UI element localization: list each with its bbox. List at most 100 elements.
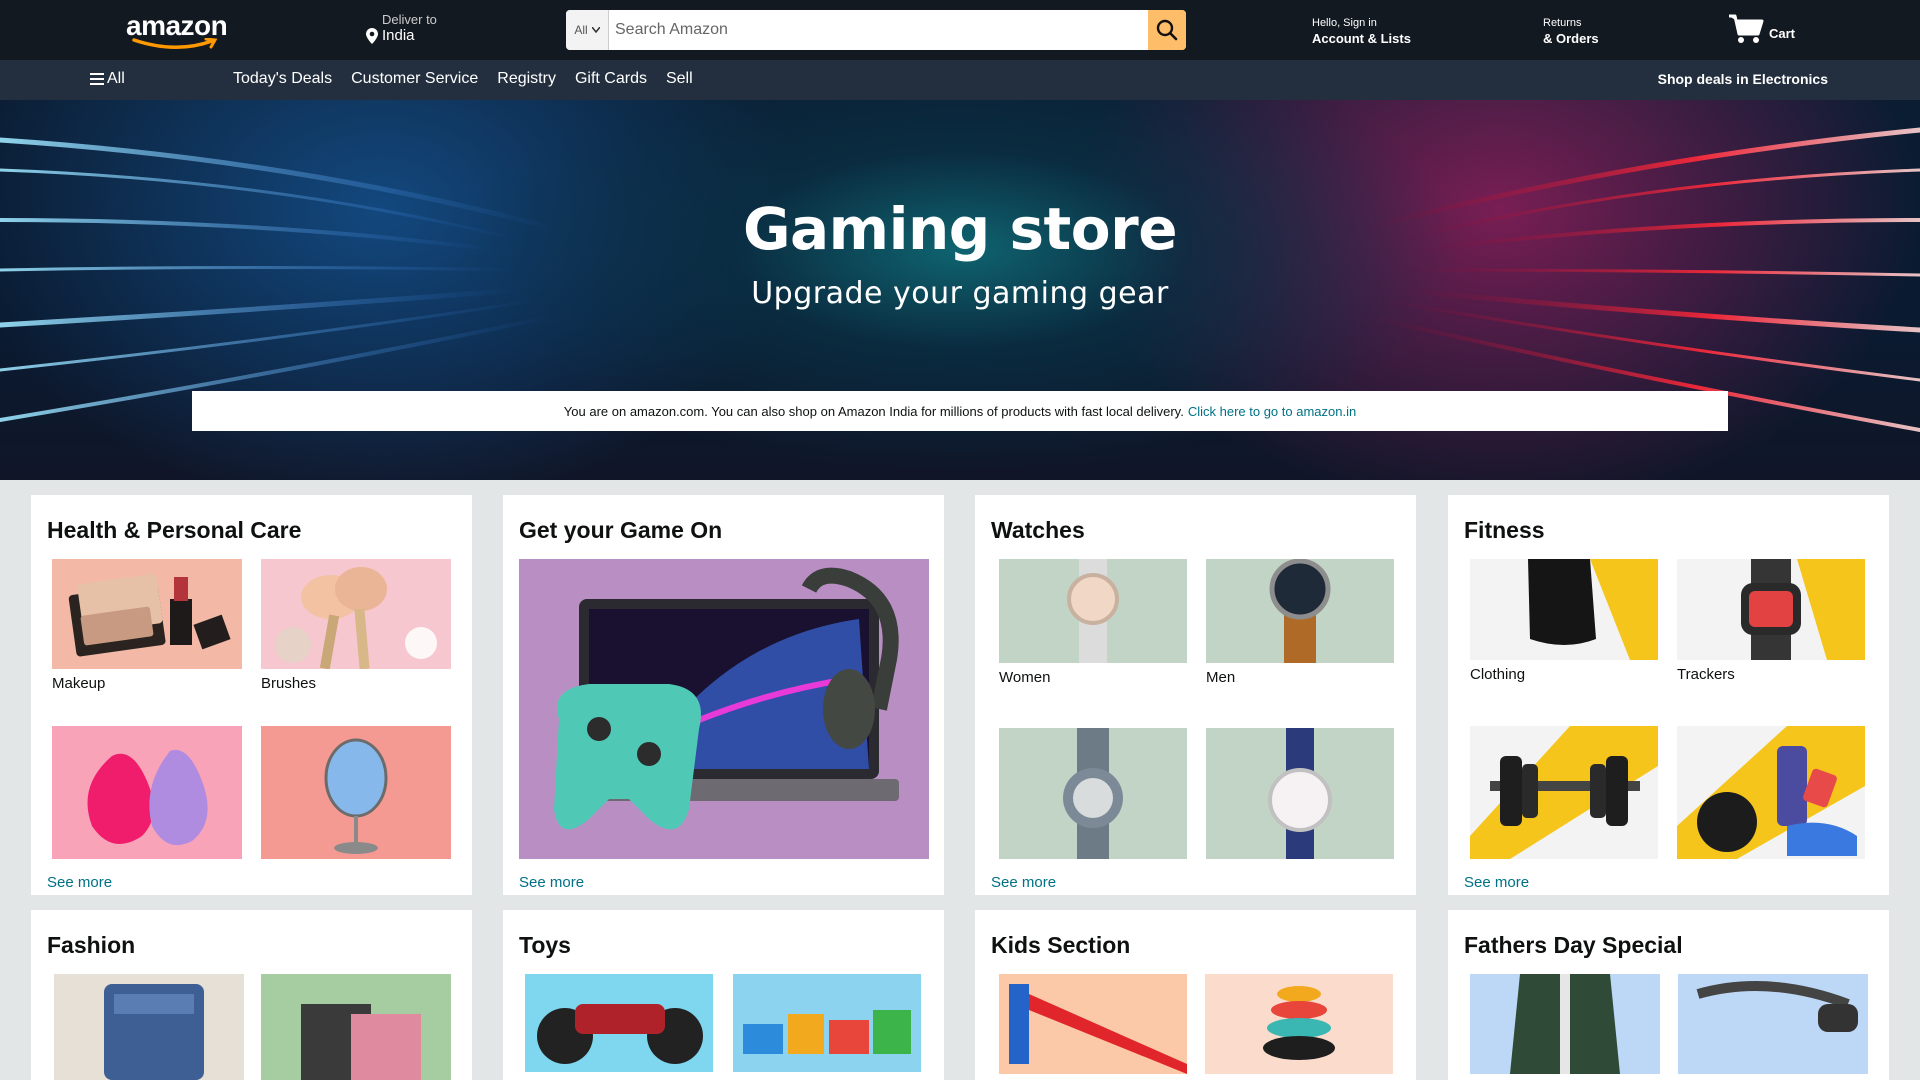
nav-link-registry[interactable]: Registry (497, 70, 556, 88)
tile-kids-digital-watch[interactable] (999, 728, 1187, 865)
women-watch-image (999, 559, 1187, 663)
tile-building-blocks[interactable] (733, 974, 921, 1072)
search-category-select[interactable]: All (566, 10, 609, 50)
card-title[interactable]: Fitness (1464, 517, 1545, 544)
tile-trackers[interactable]: Trackers (1677, 559, 1865, 683)
returns-label: Returns (1543, 17, 1582, 29)
card-title[interactable]: Health & Personal Care (47, 517, 301, 544)
region-notice: You are on amazon.com. You can also shop… (192, 391, 1728, 431)
hero-subtitle: Upgrade your gaming gear (751, 276, 1169, 311)
search-icon (1156, 19, 1178, 41)
nav-bar: All Today's Deals Customer Service Regis… (0, 60, 1920, 100)
search-input[interactable] (609, 10, 1148, 50)
all-menu-button[interactable]: All (90, 70, 125, 88)
tile-fashion-tops[interactable] (261, 974, 451, 1080)
nav-link-gift-cards[interactable]: Gift Cards (575, 70, 647, 88)
sponges-image (52, 726, 242, 859)
deliver-label: Deliver to (382, 12, 437, 27)
card-get-your-game-on: Get your Game On See more (503, 495, 944, 895)
tile-fashion-jeans[interactable] (54, 974, 244, 1080)
orders-label: & Orders (1543, 31, 1599, 46)
see-more-link[interactable]: See more (47, 874, 112, 891)
see-more-link[interactable]: See more (991, 874, 1056, 891)
tile-ride-ons[interactable] (525, 974, 713, 1072)
tile-men-watches[interactable]: Men (1206, 559, 1394, 686)
analog-watch-image (1206, 728, 1394, 859)
tile-caption: Women (999, 669, 1051, 686)
amazon-logo[interactable]: amazon (124, 8, 228, 49)
card-fitness: Fitness Clothing Trackers See more (1448, 495, 1889, 895)
card-title[interactable]: Watches (991, 517, 1085, 544)
card-title[interactable]: Toys (519, 932, 571, 959)
tile-sponges[interactable] (52, 726, 242, 865)
card-health-personal-care: Health & Personal Care Makeup Brushes Se… (31, 495, 472, 895)
region-notice-text: You are on amazon.com. You can also shop… (563, 403, 1184, 419)
mirror-image (261, 726, 451, 859)
men-watch-image (1206, 559, 1394, 663)
makeup-image (52, 559, 242, 669)
top-header: amazon Deliver to India All H (0, 0, 1920, 60)
tile-stacking-rings[interactable] (1205, 974, 1393, 1074)
fitness-tracker-image (1677, 559, 1865, 660)
tile-kids-analog-watch[interactable] (1206, 728, 1394, 865)
nav-link-sell[interactable]: Sell (666, 70, 693, 88)
tile-kids-slide[interactable] (999, 974, 1187, 1074)
hamburger-menu-icon (90, 73, 104, 85)
fitness-accessories-image (1677, 726, 1865, 859)
tile-caption: Brushes (261, 675, 317, 692)
tile-caption: Men (1206, 669, 1236, 686)
stacking-rings-image (1205, 974, 1393, 1074)
returns-orders[interactable]: Returns & Orders (1543, 17, 1599, 46)
tile-makeup[interactable]: Makeup (52, 559, 242, 692)
logo-smile-icon (132, 38, 218, 49)
card-toys: Toys (503, 910, 944, 1080)
cart-button[interactable]: Cart (1727, 13, 1795, 45)
region-notice-link[interactable]: Click here to go to amazon.in (1188, 404, 1356, 419)
tile-fitness-accessories[interactable] (1677, 726, 1865, 865)
see-more-link[interactable]: See more (519, 874, 584, 891)
roller-image (1678, 974, 1868, 1074)
digital-watch-image (999, 728, 1187, 859)
tile-clothing[interactable]: Clothing (1470, 559, 1658, 683)
brushes-image (261, 559, 451, 669)
hero-title: Gaming store (742, 195, 1178, 263)
tile-dumbbells[interactable] (1470, 726, 1658, 865)
search-button[interactable] (1148, 10, 1186, 50)
search-bar: All (566, 10, 1186, 50)
card-kids-section: Kids Section (975, 910, 1416, 1080)
account-lists[interactable]: Hello, Sign in Account & Lists (1312, 17, 1411, 46)
kids-slide-image (999, 974, 1187, 1074)
jeans-image (54, 974, 244, 1080)
tile-caption: Clothing (1470, 666, 1526, 683)
gaming-gear-image[interactable] (519, 559, 929, 859)
nav-link-todays-deals[interactable]: Today's Deals (233, 70, 332, 88)
card-title[interactable]: Kids Section (991, 932, 1130, 959)
card-title[interactable]: Fathers Day Special (1464, 932, 1683, 959)
card-watches: Watches Women Men See more (975, 495, 1416, 895)
cart-icon (1729, 14, 1764, 43)
card-title[interactable]: Get your Game On (519, 517, 722, 544)
card-fashion: Fashion (31, 910, 472, 1080)
tile-brushes[interactable]: Brushes (261, 559, 451, 692)
ride-on-toy-image (525, 974, 713, 1072)
deliver-location: India (382, 27, 415, 44)
see-more-link[interactable]: See more (1464, 874, 1529, 891)
deliver-to[interactable]: Deliver to India (366, 12, 437, 44)
tile-fathers-day-roller[interactable] (1678, 974, 1868, 1074)
nav-promo-electronics[interactable]: Shop deals in Electronics (1658, 71, 1828, 87)
search-category-label: All (574, 23, 588, 37)
account-greeting: Hello, Sign in (1312, 17, 1377, 29)
fitness-clothing-image (1470, 559, 1658, 660)
hero-banner[interactable]: Gaming store Upgrade your gaming gear Yo… (0, 100, 1920, 480)
tile-women-watches[interactable]: Women (999, 559, 1187, 686)
tops-image (261, 974, 451, 1080)
card-title[interactable]: Fashion (47, 932, 135, 959)
tile-fathers-day-shirt[interactable] (1470, 974, 1660, 1074)
cart-label: Cart (1769, 26, 1796, 41)
tile-caption: Makeup (52, 675, 106, 692)
nav-link-customer-service[interactable]: Customer Service (351, 70, 478, 88)
tile-caption: Trackers (1677, 666, 1735, 683)
tile-mirror[interactable] (261, 726, 451, 865)
account-label: Account & Lists (1312, 31, 1411, 46)
location-pin-icon (366, 27, 378, 44)
